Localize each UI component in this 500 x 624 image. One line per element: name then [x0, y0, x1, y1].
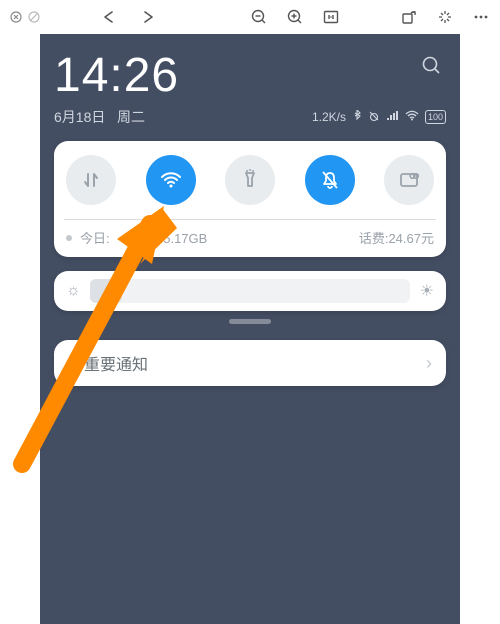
chevron-right-icon: › [426, 353, 432, 374]
cancel-icon[interactable] [28, 11, 40, 23]
clock: 14:26 [54, 48, 446, 103]
image-viewer-toolbar [0, 0, 500, 34]
slider-track [90, 279, 410, 303]
brightness-low-icon: ☼ [66, 282, 81, 300]
toggle-flashlight[interactable] [225, 155, 275, 205]
status-bar: 1.2K/s 100 [312, 110, 446, 125]
net-speed: 1.2K/s [312, 110, 346, 124]
brightness-high-icon: ☀ [420, 281, 434, 301]
unimportant-notifications[interactable]: 不重要通知 › [54, 340, 446, 386]
date-text: 6月18日 [54, 109, 105, 125]
date-row: 6月18日 周二 1.2K/s [54, 107, 446, 127]
divider [64, 219, 436, 220]
toggle-screenshot[interactable] [384, 155, 434, 205]
phone-screenshot: 14:26 6月18日 周二 1.2K/s [40, 34, 460, 624]
zoom-out-icon[interactable] [250, 8, 268, 26]
image-viewer: 14:26 6月18日 周二 1.2K/s [0, 34, 500, 624]
quick-settings-card: 今日: 剩余:5.17GB 话费:24.67元 [54, 141, 446, 257]
unimportant-label: 不重要通知 [68, 351, 148, 375]
bluetooth-icon [352, 110, 362, 125]
panel-drag-handle[interactable] [54, 319, 446, 324]
data-usage-row[interactable]: 今日: 剩余:5.17GB 话费:24.67元 [66, 228, 434, 247]
close-icon[interactable] [10, 11, 22, 23]
rotate-icon[interactable] [400, 8, 418, 26]
wifi-status-icon [405, 110, 419, 124]
more-icon[interactable] [472, 8, 490, 26]
toggle-wifi[interactable] [146, 155, 196, 205]
bill-label: 话费:24.67元 [359, 228, 434, 247]
battery-icon: 100 [425, 110, 446, 124]
search-icon[interactable] [420, 54, 442, 81]
toggle-dnd[interactable] [305, 155, 355, 205]
dot-icon [66, 235, 72, 241]
brightness-slider[interactable]: ☼ ☀ [54, 271, 446, 311]
forward-icon[interactable] [138, 10, 158, 24]
today-label: 今日: [80, 228, 110, 247]
back-icon[interactable] [100, 10, 120, 24]
signal-icon [386, 110, 399, 124]
toggle-mobile-data[interactable] [66, 155, 116, 205]
battery-level: 100 [428, 113, 443, 122]
weekday-text: 周二 [117, 109, 145, 125]
fit-1to1-icon[interactable] [322, 8, 340, 26]
screenshot-canvas: 14:26 6月18日 周二 1.2K/s [40, 34, 460, 624]
alarm-off-icon [368, 110, 380, 125]
remain-label: 剩余:5.17GB [134, 228, 208, 247]
effects-icon[interactable] [436, 8, 454, 26]
zoom-in-icon[interactable] [286, 8, 304, 26]
slider-fill [90, 279, 122, 303]
